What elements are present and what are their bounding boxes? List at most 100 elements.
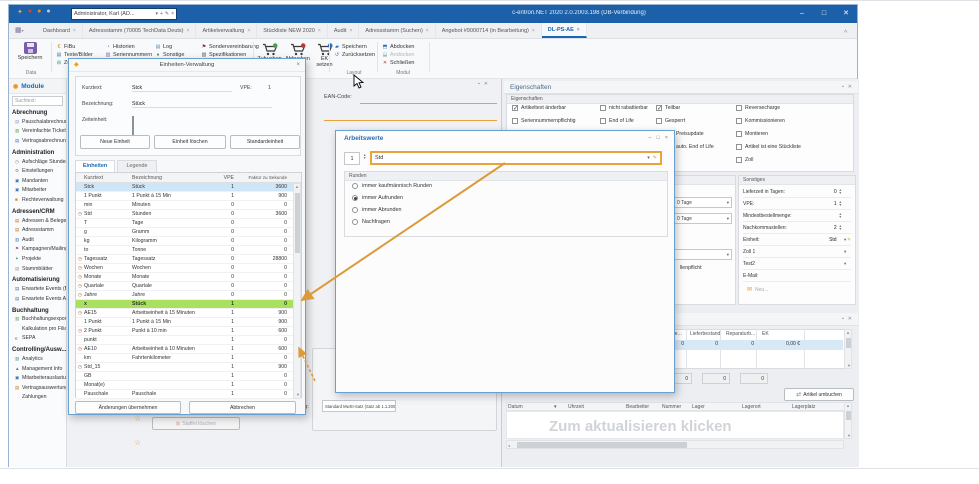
neue-einheit-button[interactable]: Neue Einheit: [80, 135, 150, 149]
vpe-value[interactable]: 1: [268, 85, 271, 91]
einheit-row[interactable]: ◷ 1 Punkt 1 Punkt à 15 Min 1 900: [76, 192, 301, 201]
favorite-star-icon[interactable]: ☆: [134, 438, 141, 447]
kurztext-value[interactable]: Stck: [132, 85, 232, 92]
sidebar-item[interactable]: ▤Erwartete Events Au...: [9, 294, 66, 304]
einheit-row[interactable]: ◷ punkt 1 0: [76, 336, 301, 345]
property-row[interactable]: Test2 ▲▼ ▾ ✎: [743, 259, 851, 270]
ribbon-button[interactable]: €FiBu: [56, 44, 95, 50]
document-tab[interactable]: Dashboard×: [37, 23, 83, 38]
radio-option[interactable]: immer Abrunden: [352, 207, 402, 213]
minimize-button[interactable]: –: [791, 5, 813, 23]
einheit-row[interactable]: ◷ 1 Punkt 1 Punkt à 15 Min 1 900: [76, 318, 301, 327]
einheiten-scrollbar[interactable]: ▲▼: [293, 183, 301, 399]
mwst-dropdown[interactable]: Standard MwSt-Satz (Satz ab 1.1.2007)▾: [322, 400, 396, 412]
modul-button[interactable]: ⬓Andocken: [382, 52, 414, 58]
sidebar-item[interactable]: ▲Management Info: [9, 364, 66, 374]
einheit-row[interactable]: ◷ Pauschale Pauschale 1 0: [76, 390, 301, 399]
sidebar-item[interactable]: ⚙Einstellungen: [9, 166, 66, 176]
document-tab[interactable]: DL-PS-AE×: [542, 23, 587, 38]
property-row[interactable]: Nachkommastellen: 2 ▲▼ ▾ ✎: [743, 223, 851, 234]
tab-close-icon[interactable]: ×: [349, 28, 352, 34]
einheit-row[interactable]: ◷ g Gramm 0 0: [76, 228, 301, 237]
spinner-arrows[interactable]: ▲▼: [363, 154, 366, 160]
minimize-icon[interactable]: –: [648, 135, 651, 141]
property-row[interactable]: Mindestbestellmenge: ▲▼ ▾ ✎: [743, 211, 851, 222]
checkbox-field[interactable]: ✓Artikeltext änderbar: [512, 105, 566, 111]
einheit-loeschen-button[interactable]: Einheit löschen: [154, 135, 226, 149]
spinner-control[interactable]: ▲▼: [839, 213, 842, 219]
document-tab[interactable]: Artikelverwaltung×: [196, 23, 257, 38]
checkbox-field[interactable]: ✓Montieren: [736, 131, 768, 137]
sidebar-item[interactable]: ▤Stammblätter: [9, 264, 66, 274]
stock-grid-header[interactable]: Lieferbestand: [690, 331, 720, 337]
sidebar-item[interactable]: ▥Analytics: [9, 354, 66, 364]
qat-icon[interactable]: ✦: [17, 8, 23, 16]
sidebar-item[interactable]: ▤Adressstamm: [9, 225, 66, 235]
tab-close-icon[interactable]: ×: [577, 27, 580, 33]
refresh-watermark[interactable]: Zum aktualisieren klicken: [549, 418, 732, 435]
tab-close-icon[interactable]: ×: [73, 28, 76, 34]
checkbox[interactable]: ✓: [656, 118, 662, 124]
add-icon[interactable]: +: [160, 11, 163, 17]
sidebar-item[interactable]: ▣Mandanten: [9, 176, 66, 186]
scrollbar-thumb[interactable]: [517, 442, 687, 448]
close-icon[interactable]: ×: [171, 11, 174, 17]
einheit-row[interactable]: ◷ Std_15 1 900: [76, 363, 301, 372]
artikel-umbuchen-button[interactable]: ⇄Artikel umbuchen: [784, 388, 854, 401]
einheit-row[interactable]: ◷ kg Kilogramm 0 0: [76, 237, 301, 246]
sidebar-item[interactable]: ▥Buchhaltungsexport: [9, 315, 66, 325]
field-underline[interactable]: [324, 120, 497, 121]
scroll-left-icon[interactable]: ◂: [508, 443, 510, 448]
stock-grid-header[interactable]: EK: [762, 331, 769, 337]
history-vscrollbar[interactable]: ▲▼: [844, 402, 852, 439]
checkbox[interactable]: ✓: [512, 118, 518, 124]
checkbox[interactable]: ✓: [736, 118, 742, 124]
sidebar-item[interactable]: ▣Mitarbeiterauslastung: [9, 373, 66, 383]
edit-icon[interactable]: ✎: [653, 155, 657, 161]
radio-circle[interactable]: [352, 195, 358, 201]
tab-close-icon[interactable]: ×: [247, 28, 250, 34]
col-bezeichnung[interactable]: Bezeichnung: [132, 175, 216, 181]
document-tab[interactable]: Audit×: [328, 23, 359, 38]
checkbox-field[interactable]: ✓Zoll: [736, 157, 753, 163]
tage-dropdown-2[interactable]: 0 Tage▾: [674, 213, 732, 224]
history-grid-header[interactable]: Nummer: [662, 404, 681, 410]
history-grid-header[interactable]: Uhrzeit: [568, 404, 584, 410]
einheit-row[interactable]: ◷ Monate Monate 0 0: [76, 273, 301, 282]
checkbox[interactable]: ✓: [736, 144, 742, 150]
property-row[interactable]: Lieferzeit in Tagen: 0 ▲▼ ▾ ✎: [743, 187, 851, 198]
qat-icon[interactable]: ●: [37, 8, 41, 16]
radio-circle[interactable]: [352, 183, 358, 189]
checkbox-field[interactable]: ✓Gesperrt: [656, 118, 685, 124]
sidebar-item[interactable]: ▤Vertragsabrechnung: [9, 136, 66, 146]
search-input[interactable]: Suchtext:: [12, 96, 63, 106]
history-grid-header[interactable]: Lager: [692, 404, 705, 410]
tab-close-icon[interactable]: ×: [426, 28, 429, 34]
close-button[interactable]: ✕: [835, 5, 857, 23]
einheit-row[interactable]: ◷ Monat(e) 1 0: [76, 381, 301, 390]
scrollbar-thumb[interactable]: [295, 193, 300, 253]
radio-circle[interactable]: [352, 219, 358, 225]
sidebar-item[interactable]: ▤Vertragsauswertung: [9, 383, 66, 393]
bezeichnung-value[interactable]: Stück: [132, 101, 272, 108]
checkbox-field[interactable]: ✓Seriennummernpflichtig: [512, 118, 576, 124]
sidebar-item[interactable]: ⚑Kampagnen/Mailing: [9, 245, 66, 255]
chevron-down-icon[interactable]: ▾: [844, 249, 846, 255]
checkbox-field[interactable]: ✓Kommissionieren: [736, 118, 785, 124]
tab-close-icon[interactable]: ×: [187, 28, 190, 34]
checkbox[interactable]: ✓: [600, 118, 606, 124]
property-row[interactable]: VPE: 1 ▲▼ ▾ ✎: [743, 199, 851, 210]
close-icon[interactable]: ✕: [848, 84, 852, 90]
chevron-down-icon[interactable]: ▾: [155, 11, 158, 17]
sidebar-item[interactable]: ▣Mitarbeiter: [9, 186, 66, 196]
document-tab[interactable]: Adressstamm (70005 TechData Deuts)×: [83, 23, 197, 38]
history-grid-header[interactable]: ▾: [554, 404, 557, 410]
dialog-tab[interactable]: Einheiten: [75, 160, 115, 172]
sidebar-item[interactable]: ◷Aufschläge Stunden: [9, 157, 66, 167]
checkbox-field[interactable]: ✓Artikel ist eine Stückliste: [736, 144, 801, 150]
einheit-row[interactable]: ◷ AE10 Arbeitseinheit à 10 Minuten 1 600: [76, 345, 301, 354]
abbrechen-button[interactable]: Abbrechen: [189, 401, 296, 414]
pin-icon[interactable]: ▪: [478, 81, 480, 87]
close-icon[interactable]: ×: [296, 59, 300, 72]
close-icon[interactable]: ✕: [848, 316, 852, 322]
